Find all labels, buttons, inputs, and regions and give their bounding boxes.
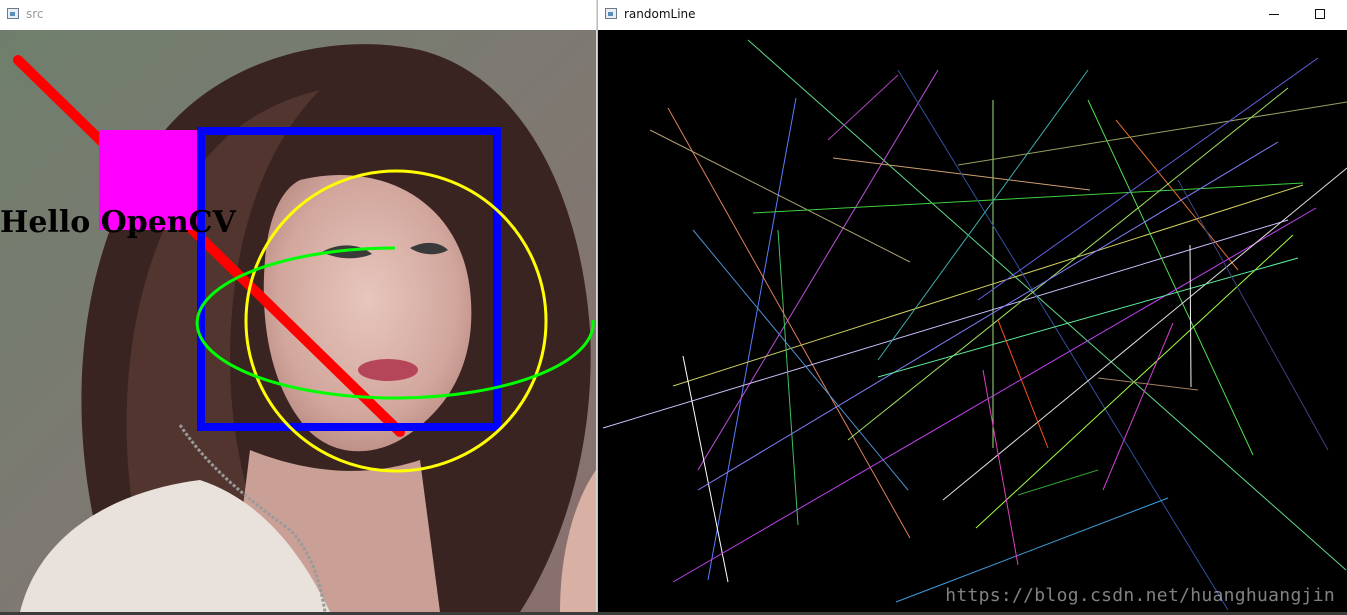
photo-lips [358, 359, 418, 381]
overlay-text-hello-opencv: Hello OpenCV [0, 205, 237, 240]
src-image-canvas: Hello OpenCV [0, 30, 596, 612]
app-window-icon [605, 8, 617, 19]
minimize-button[interactable] [1251, 0, 1297, 30]
random-lines-canvas [598, 30, 1347, 612]
app-window-icon [7, 8, 19, 19]
watermark-text: https://blog.csdn.net/huanghuangjin [945, 585, 1335, 606]
randomline-window-title: randomLine [624, 7, 696, 21]
maximize-button[interactable] [1297, 0, 1343, 30]
src-titlebar[interactable]: src [0, 0, 596, 30]
randomline-window: randomLine https://blog.csdn.net/huanghu… [597, 0, 1347, 615]
maximize-icon [1315, 9, 1325, 19]
randomline-titlebar[interactable]: randomLine [598, 0, 1347, 30]
src-window: src Hello OpenCV [0, 0, 597, 615]
minimize-icon [1269, 14, 1279, 15]
src-window-title: src [26, 7, 44, 21]
